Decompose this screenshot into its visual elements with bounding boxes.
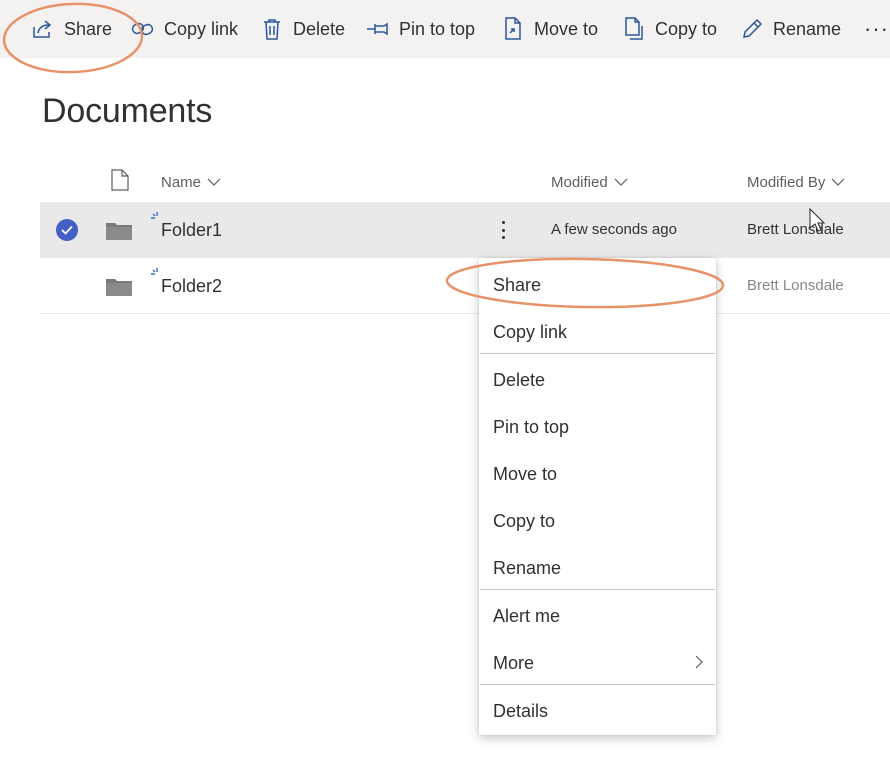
command-bar: Share Copy link Delete Pin to top Move t… — [0, 0, 890, 58]
chevron-down-icon — [831, 178, 845, 186]
modified-by-column-header[interactable]: Modified By — [747, 168, 845, 196]
modified-by-value: Brett Lonsdale — [747, 277, 844, 294]
delete-button[interactable]: Delete — [260, 0, 345, 58]
more-icon: ··· — [864, 16, 889, 41]
move-icon — [501, 17, 525, 41]
more-commands-button[interactable]: ··· — [864, 0, 889, 58]
copy-link-label: Copy link — [164, 18, 239, 39]
modified-column-label: Modified — [551, 173, 608, 191]
pin-to-top-button[interactable]: Pin to top — [366, 0, 475, 58]
delete-label: Delete — [293, 18, 346, 39]
pin-icon — [366, 17, 390, 41]
page-title: Documents — [42, 92, 213, 130]
modified-column-header[interactable]: Modified — [551, 168, 628, 196]
chevron-right-icon — [695, 655, 703, 669]
pin-to-top-label: Pin to top — [399, 18, 476, 39]
menu-item-pin-to-top[interactable]: Pin to top — [479, 404, 716, 450]
menu-item-alert-me[interactable]: Alert me — [479, 593, 716, 639]
menu-item-share[interactable]: Share — [479, 262, 716, 308]
chevron-down-icon — [614, 178, 628, 186]
row-checkbox[interactable] — [56, 219, 78, 241]
pencil-icon — [740, 17, 764, 41]
copy-to-button[interactable]: Copy to — [622, 0, 717, 58]
copy-link-button[interactable]: Copy link — [131, 0, 238, 58]
folder-icon — [106, 223, 132, 240]
file-name-link[interactable]: Folder1 — [161, 220, 222, 241]
link-icon — [131, 17, 155, 41]
document-icon — [110, 169, 130, 195]
table-row[interactable]: Folder1 A few seconds ago Brett Lonsdale — [40, 202, 890, 258]
menu-item-copy-to[interactable]: Copy to — [479, 498, 716, 544]
checkmark-icon — [61, 225, 73, 235]
share-label: Share — [64, 18, 113, 39]
menu-item-move-to[interactable]: Move to — [479, 451, 716, 497]
file-type-header[interactable] — [110, 168, 130, 196]
chevron-down-icon — [207, 178, 221, 186]
menu-item-rename[interactable]: Rename — [479, 545, 716, 591]
name-column-label: Name — [161, 173, 202, 191]
menu-divider — [480, 684, 715, 685]
modified-value: A few seconds ago — [551, 221, 677, 238]
file-name-link[interactable]: Folder2 — [161, 276, 222, 297]
folder-icon — [106, 279, 132, 296]
trash-icon — [260, 17, 284, 41]
table-row[interactable]: Folder2 Brett Lonsdale — [40, 258, 890, 314]
move-to-label: Move to — [534, 18, 599, 39]
rename-label: Rename — [773, 18, 842, 39]
copy-to-label: Copy to — [655, 18, 718, 39]
mouse-pointer-icon — [809, 208, 826, 232]
name-column-header[interactable]: Name — [161, 168, 221, 196]
modified-by-column-label: Modified By — [747, 173, 826, 191]
menu-item-delete[interactable]: Delete — [479, 357, 716, 403]
menu-item-more-label: More — [493, 652, 535, 673]
menu-item-details[interactable]: Details — [479, 688, 716, 734]
menu-divider — [480, 353, 715, 354]
menu-item-copy-link[interactable]: Copy link — [479, 309, 716, 355]
menu-divider — [480, 589, 715, 590]
share-button[interactable]: Share — [31, 0, 112, 58]
menu-item-more[interactable]: More — [479, 640, 716, 686]
copy-icon — [622, 17, 646, 41]
modified-by-value: Brett Lonsdale — [747, 221, 844, 238]
move-to-button[interactable]: Move to — [501, 0, 598, 58]
share-icon — [31, 17, 55, 41]
more-vertical-icon[interactable] — [495, 218, 511, 242]
context-menu: Share Copy link Delete Pin to top Move t… — [479, 258, 716, 735]
rename-button[interactable]: Rename — [740, 0, 841, 58]
